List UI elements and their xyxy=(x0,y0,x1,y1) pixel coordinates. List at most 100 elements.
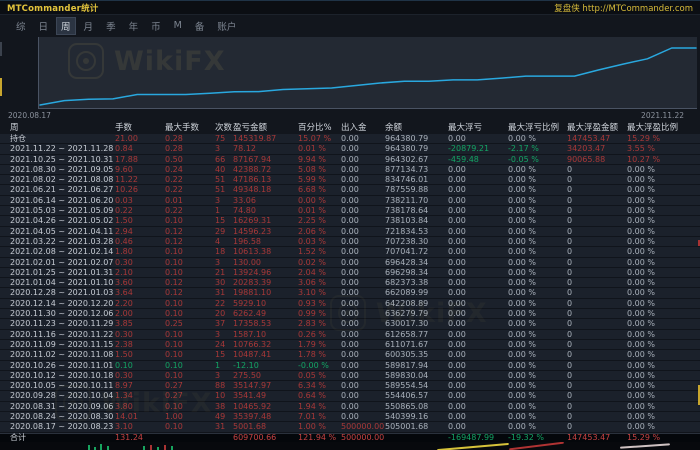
table-cell: 1.94 % xyxy=(298,402,341,412)
table-cell: 0.01 % xyxy=(298,144,341,154)
table-cell: 34203.47 xyxy=(567,144,627,154)
table-cell: 0.00 xyxy=(448,258,508,268)
table-cell: 0.00 xyxy=(341,340,385,350)
table-cell: 0 xyxy=(567,165,627,175)
table-row[interactable]: 2021.06.21 ~ 2021.06.2710.260.225149348.… xyxy=(0,185,700,195)
table-cell: 0.00 % xyxy=(627,350,700,360)
table-cell: 1.50 xyxy=(115,216,165,226)
table-cell: 3.60 xyxy=(115,278,165,288)
table-cell: 5929.10 xyxy=(233,299,298,309)
table-row[interactable]: 2021.08.30 ~ 2021.09.059.600.244042388.7… xyxy=(0,165,700,175)
table-row[interactable]: 2020.08.17 ~ 2020.08.233.100.10315001.68… xyxy=(0,422,700,432)
table-cell: -12.10 xyxy=(233,361,298,371)
table-cell: 2020.08.17 ~ 2020.08.23 xyxy=(0,422,115,432)
table-cell: 0.01 xyxy=(165,196,215,206)
table-row[interactable]: 2021.06.14 ~ 2021.06.200.030.01333.060.0… xyxy=(0,196,700,206)
table-cell: 0.00 % xyxy=(508,330,567,340)
table-row[interactable]: 2021.02.08 ~ 2021.02.141.800.101810613.3… xyxy=(0,247,700,257)
table-row[interactable]: 2021.03.22 ~ 2021.03.280.460.124196.580.… xyxy=(0,237,700,247)
menu-item-季[interactable]: 季 xyxy=(102,18,120,34)
table-cell: 10465.92 xyxy=(233,402,298,412)
menu-item-年[interactable]: 年 xyxy=(125,18,143,34)
table-cell: 29 xyxy=(215,227,233,237)
table-cell: 600305.35 xyxy=(385,350,448,360)
table-cell: 0 xyxy=(567,196,627,206)
menu-item-M[interactable]: M xyxy=(170,19,186,32)
table-cell: 0.00 xyxy=(341,299,385,309)
table-cell: 3.10 xyxy=(115,422,165,432)
chart-end-date-label: 2021.11.22 xyxy=(641,111,684,120)
table-row[interactable]: 2020.09.28 ~ 2020.10.041.340.27103541.49… xyxy=(0,391,700,401)
table-row[interactable]: 2020.08.31 ~ 2020.09.063.800.103810465.9… xyxy=(0,402,700,412)
menu-item-账户[interactable]: 账户 xyxy=(213,18,240,34)
table-cell: 0.00 xyxy=(341,391,385,401)
table-cell: 1587.10 xyxy=(233,330,298,340)
menu-item-月[interactable]: 月 xyxy=(80,18,98,34)
table-cell: 0.00 xyxy=(448,237,508,247)
menu-item-综[interactable]: 综 xyxy=(12,18,30,34)
table-cell: 10 xyxy=(215,391,233,401)
menu-item-备[interactable]: 备 xyxy=(191,18,209,34)
table-row[interactable]: 2021.01.25 ~ 2021.01.312.100.102113924.9… xyxy=(0,268,700,278)
table-cell: 1.00 xyxy=(165,412,215,422)
table-row[interactable]: 2020.11.23 ~ 2020.11.293.850.253717358.5… xyxy=(0,319,700,329)
table-cell: 0 xyxy=(567,258,627,268)
table-row[interactable]: 2020.10.26 ~ 2020.11.010.100.101-12.10-0… xyxy=(0,361,700,371)
table-cell: 0.30 xyxy=(115,258,165,268)
table-row[interactable]: 2020.11.16 ~ 2020.11.220.300.1031587.100… xyxy=(0,330,700,340)
table-cell: 31 xyxy=(215,288,233,298)
table-row[interactable]: 2021.08.02 ~ 2021.08.0811.220.225147186.… xyxy=(0,175,700,185)
table-cell: 0.00 xyxy=(448,330,508,340)
table-cell: 2021.06.21 ~ 2021.06.27 xyxy=(0,185,115,195)
table-cell: 21 xyxy=(215,268,233,278)
table-row[interactable]: 2020.11.30 ~ 2020.12.062.000.10206262.49… xyxy=(0,309,700,319)
table-cell: 0.00 % xyxy=(627,330,700,340)
table-row[interactable]: 2021.05.03 ~ 2021.05.090.220.22174.800.0… xyxy=(0,206,700,216)
table-cell: 611071.67 xyxy=(385,340,448,350)
table-cell: 49348.18 xyxy=(233,185,298,195)
table-row[interactable]: 2021.11.22 ~ 2021.11.280.840.28378.120.0… xyxy=(0,144,700,154)
table-cell: 0.00 % xyxy=(508,340,567,350)
table-row[interactable]: 2020.12.14 ~ 2020.12.202.200.10225929.10… xyxy=(0,299,700,309)
table-cell: 1.00 % xyxy=(298,422,341,432)
column-header: 最大手数 xyxy=(165,123,215,133)
table-row[interactable]: 2020.08.24 ~ 2020.08.3014.011.004935397.… xyxy=(0,412,700,422)
table-cell: 87167.94 xyxy=(233,155,298,165)
table-row[interactable]: 2020.12.28 ~ 2021.01.033.640.123119881.1… xyxy=(0,288,700,298)
table-cell: 707238.30 xyxy=(385,237,448,247)
table-row[interactable]: 2021.02.01 ~ 2021.02.070.300.103130.000.… xyxy=(0,258,700,268)
table-cell: 0 xyxy=(567,330,627,340)
table-row[interactable]: 2021.01.04 ~ 2021.01.103.600.123020283.3… xyxy=(0,278,700,288)
table-cell: 9.60 xyxy=(115,165,165,175)
menu-item-周[interactable]: 周 xyxy=(57,18,75,34)
table-cell: 0.00 xyxy=(341,330,385,340)
table-cell: 90065.88 xyxy=(567,155,627,165)
table-cell: 0.00 % xyxy=(508,288,567,298)
table-row[interactable]: 2020.11.09 ~ 2020.11.152.380.102410766.3… xyxy=(0,340,700,350)
table-row[interactable]: 2020.10.05 ~ 2020.10.118.970.278835147.9… xyxy=(0,381,700,391)
menu-item-币[interactable]: 币 xyxy=(147,18,165,34)
table-cell: 0.00 xyxy=(341,175,385,185)
table-row[interactable]: 2021.04.05 ~ 2021.04.112.940.122914596.2… xyxy=(0,227,700,237)
table-row[interactable]: 2020.10.12 ~ 2020.10.180.300.103275.500.… xyxy=(0,371,700,381)
table-row[interactable]: 2021.10.25 ~ 2021.10.3117.880.506687167.… xyxy=(0,155,700,165)
table-cell: 0.30 xyxy=(115,330,165,340)
table-cell: 696428.34 xyxy=(385,258,448,268)
table-row[interactable]: 持仓21.000.2875145319.8715.07 %0.00964380.… xyxy=(0,134,700,144)
column-header: 盈亏金额 xyxy=(233,123,298,133)
table-cell: 834746.01 xyxy=(385,175,448,185)
table-row[interactable]: 2020.11.02 ~ 2020.11.081.500.101510487.4… xyxy=(0,350,700,360)
table-cell: 0.00 % xyxy=(508,402,567,412)
table-cell: 2020.12.28 ~ 2021.01.03 xyxy=(0,288,115,298)
table-cell: 0.10 xyxy=(165,247,215,257)
menu-item-日[interactable]: 日 xyxy=(35,18,53,34)
table-cell: 0 xyxy=(567,361,627,371)
table-cell: 0.24 xyxy=(165,165,215,175)
table-cell: 2021.02.08 ~ 2021.02.14 xyxy=(0,247,115,257)
table-cell: 0.00 xyxy=(448,134,508,144)
table-cell: 0.00 % xyxy=(508,175,567,185)
table-row[interactable]: 2021.04.26 ~ 2021.05.021.500.101516269.3… xyxy=(0,216,700,226)
table-cell: 10.27 % xyxy=(627,155,700,165)
table-cell: 2021.08.30 ~ 2021.09.05 xyxy=(0,165,115,175)
table-cell: 19881.10 xyxy=(233,288,298,298)
